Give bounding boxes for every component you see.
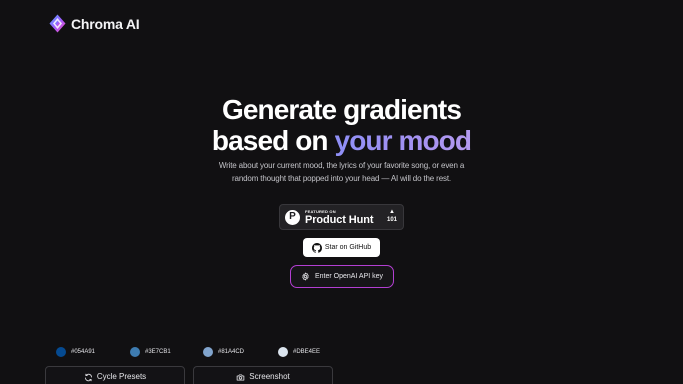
cycle-presets-label: Cycle Presets bbox=[96, 372, 147, 381]
swatch-color-dot bbox=[203, 347, 213, 357]
hero-title: Generate gradients based on your mood bbox=[0, 94, 683, 156]
palette-swatch[interactable]: #054A91 bbox=[56, 347, 95, 357]
swatch-color-dot bbox=[278, 347, 288, 357]
hero-subtitle-line1: Write about your current mood, the lyric… bbox=[218, 161, 465, 170]
hero-subtitle-line2: random thought that popped into your hea… bbox=[232, 174, 451, 183]
cycle-presets-button[interactable]: Cycle Presets bbox=[45, 366, 185, 384]
hero-subtitle: Write about your current mood, the lyric… bbox=[0, 159, 683, 185]
star-on-github-button[interactable]: Star on GitHub bbox=[303, 238, 380, 257]
refresh-icon bbox=[84, 373, 92, 382]
product-hunt-logo-icon: P bbox=[285, 209, 300, 225]
upvote-triangle-icon: ▲ bbox=[389, 209, 395, 215]
product-hunt-name: Product Hunt bbox=[305, 213, 374, 226]
screenshot-label: Screenshot bbox=[249, 372, 290, 381]
swatch-color-dot bbox=[56, 347, 66, 357]
gear-icon bbox=[302, 272, 309, 281]
swatch-hex-label: #81A4CD bbox=[218, 349, 245, 355]
swatch-hex-label: #054A91 bbox=[71, 349, 96, 355]
github-icon bbox=[311, 242, 322, 253]
hero-title-line1: Generate gradients bbox=[222, 94, 462, 125]
camera-icon bbox=[236, 374, 245, 381]
swatch-hex-label: #DBE4EE bbox=[293, 349, 321, 355]
brand-name: Chroma AI bbox=[71, 15, 140, 32]
hero-title-accent: your mood bbox=[334, 125, 472, 156]
palette-swatch[interactable]: #DBE4EE bbox=[278, 347, 320, 357]
product-hunt-vote-count: 101 bbox=[386, 217, 397, 223]
hero-title-line2-prefix: based on bbox=[211, 125, 335, 156]
brand[interactable]: Chroma AI bbox=[49, 14, 140, 33]
api-key-button-label: Enter OpenAI API key bbox=[314, 273, 384, 280]
swatch-hex-label: #3E7CB1 bbox=[145, 349, 171, 355]
github-button-label: Star on GitHub bbox=[324, 244, 372, 251]
product-hunt-text: FEATURED ON Product Hunt bbox=[305, 209, 374, 226]
screenshot-button[interactable]: Screenshot bbox=[193, 366, 333, 384]
palette-swatch[interactable]: #3E7CB1 bbox=[130, 347, 171, 357]
enter-api-key-button[interactable]: Enter OpenAI API key bbox=[290, 265, 394, 288]
swatch-color-dot bbox=[130, 347, 140, 357]
chroma-diamond-logo-icon bbox=[49, 14, 66, 33]
product-hunt-votes: ▲ 101 bbox=[387, 209, 397, 224]
palette-swatch[interactable]: #81A4CD bbox=[203, 347, 244, 357]
product-hunt-badge[interactable]: P FEATURED ON Product Hunt ▲ 101 bbox=[279, 204, 404, 230]
